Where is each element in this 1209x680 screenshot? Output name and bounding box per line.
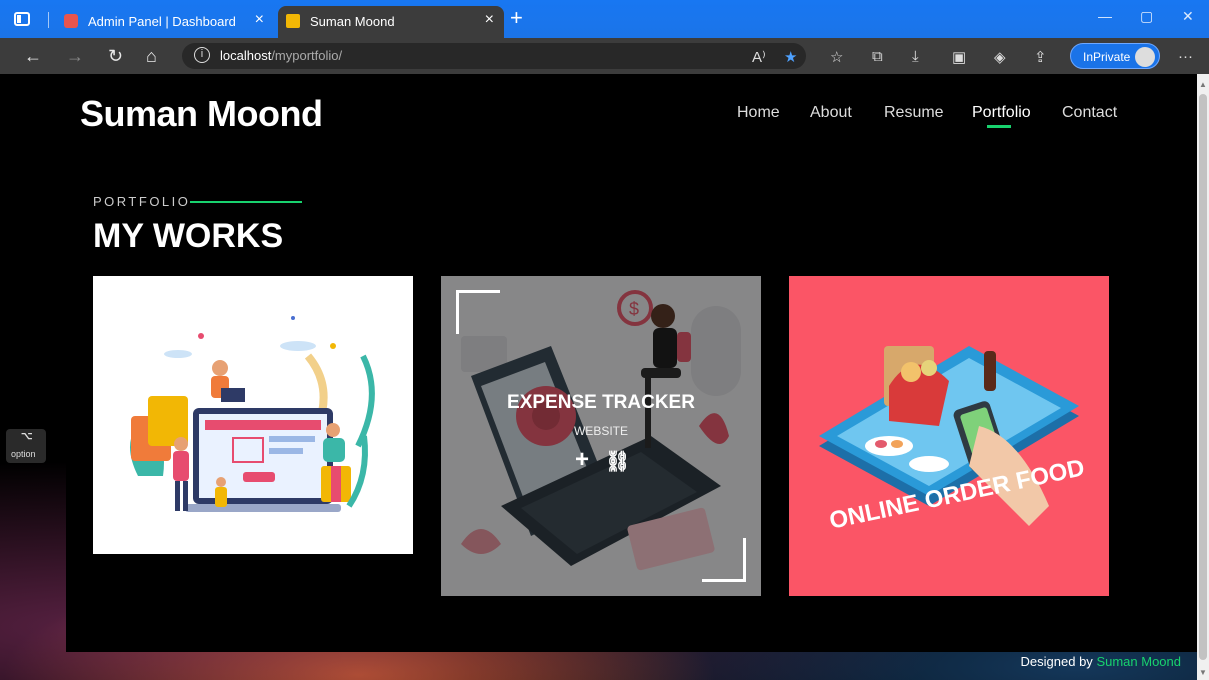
address-toolbar: ← → ↻ ⌂ i localhost/myportfolio/ A⁾ ★ ☆ … xyxy=(0,38,1209,74)
section-subtitle: PORTFOLIO xyxy=(93,194,191,209)
work-title: EXPENSE TRACKER xyxy=(507,392,695,413)
downloads-icon[interactable]: ⤓ xyxy=(912,48,919,65)
restore-icon[interactable]: ▢ xyxy=(1140,8,1153,25)
favorites-icon[interactable]: ☆ xyxy=(830,48,843,66)
url-field[interactable]: i localhost/myportfolio/ xyxy=(182,43,806,69)
browser-tab-portfolio[interactable]: Suman Moond × xyxy=(278,6,504,38)
corner-decoration xyxy=(456,290,500,334)
link-icon[interactable]: ⛓ xyxy=(605,449,630,474)
forward-icon[interactable]: → xyxy=(66,46,84,66)
screenshot-icon[interactable]: ▣ xyxy=(952,48,966,66)
portfolio-item-expense-tracker[interactable]: $ EXPENSE TRACKER WEBSITE + ⛓ xyxy=(441,276,761,596)
section-divider xyxy=(190,201,302,203)
portfolio-item-shopping[interactable] xyxy=(93,276,413,554)
new-tab-icon[interactable]: + xyxy=(510,6,523,30)
nav-active-indicator xyxy=(987,125,1011,128)
close-tab-icon[interactable]: × xyxy=(485,11,494,29)
refresh-icon[interactable]: ↻ xyxy=(108,46,123,66)
scroll-down-icon[interactable]: ▼ xyxy=(1199,668,1207,677)
zoom-plus-icon[interactable]: + xyxy=(575,446,589,474)
site-footer: Designed by Suman Moond xyxy=(1021,654,1181,669)
xampp-favicon-icon xyxy=(64,14,78,28)
keycap-symbol: ⌥ xyxy=(21,431,33,442)
tab-separator xyxy=(48,12,49,28)
read-aloud-icon[interactable]: A⁾ xyxy=(752,48,766,66)
footer-author-link[interactable]: Suman Moond xyxy=(1096,654,1181,669)
close-window-icon[interactable]: ✕ xyxy=(1182,8,1194,25)
site-info-icon[interactable]: i xyxy=(194,47,210,63)
inprivate-label: InPrivate xyxy=(1083,50,1131,64)
keyboard-key: ⌥ option xyxy=(6,429,46,463)
url-text: localhost/myportfolio/ xyxy=(220,48,343,63)
work-category: WEBSITE xyxy=(573,424,628,438)
browser-tab-bar: Admin Panel | Dashboard × Suman Moond × … xyxy=(0,0,1209,38)
portfolio-item-online-order-food[interactable]: ONLINE ORDER FOOD xyxy=(789,276,1109,596)
nav-home[interactable]: Home xyxy=(737,104,780,122)
tab-title: Admin Panel | Dashboard xyxy=(88,14,236,29)
inprivate-button[interactable]: InPrivate xyxy=(1070,43,1160,69)
scroll-up-icon[interactable]: ▲ xyxy=(1199,80,1207,89)
browser-tab-admin[interactable]: Admin Panel | Dashboard × xyxy=(56,6,274,38)
nav-about[interactable]: About xyxy=(810,104,852,122)
online-order-food-illustration: ONLINE ORDER FOOD xyxy=(819,346,1087,535)
home-icon[interactable]: ⌂ xyxy=(146,46,157,66)
scrollbar-thumb[interactable] xyxy=(1199,94,1207,660)
keycap-label: option xyxy=(11,449,36,459)
close-tab-icon[interactable]: × xyxy=(255,11,264,29)
back-icon[interactable]: ← xyxy=(24,46,42,66)
share-icon[interactable]: ⇪ xyxy=(1034,48,1047,66)
footer-prefix: Designed by xyxy=(1020,654,1093,669)
site-logo[interactable]: Suman Moond xyxy=(80,93,323,135)
avatar xyxy=(1135,47,1155,67)
nav-resume[interactable]: Resume xyxy=(884,104,944,122)
browser-essentials-icon[interactable]: ◈ xyxy=(994,48,1006,66)
vertical-scrollbar[interactable]: ▲ ▼ xyxy=(1197,74,1209,680)
tab-actions-icon[interactable] xyxy=(14,12,30,26)
nav-portfolio[interactable]: Portfolio xyxy=(972,104,1031,122)
minimize-icon[interactable]: — xyxy=(1098,8,1112,24)
web-page: ⌥ option Suman Moond Home About Resume P… xyxy=(0,74,1197,680)
collections-icon[interactable]: ⧉ xyxy=(872,48,883,65)
nav-contact[interactable]: Contact xyxy=(1062,104,1117,122)
more-options-icon[interactable]: ··· xyxy=(1178,48,1193,65)
tab-title: Suman Moond xyxy=(310,14,395,29)
section-title: MY WORKS xyxy=(93,217,284,255)
online-shopping-illustration xyxy=(130,316,375,512)
corner-decoration xyxy=(702,538,746,582)
favorite-star-icon[interactable]: ★ xyxy=(784,48,797,66)
home-favicon-icon xyxy=(286,14,300,28)
